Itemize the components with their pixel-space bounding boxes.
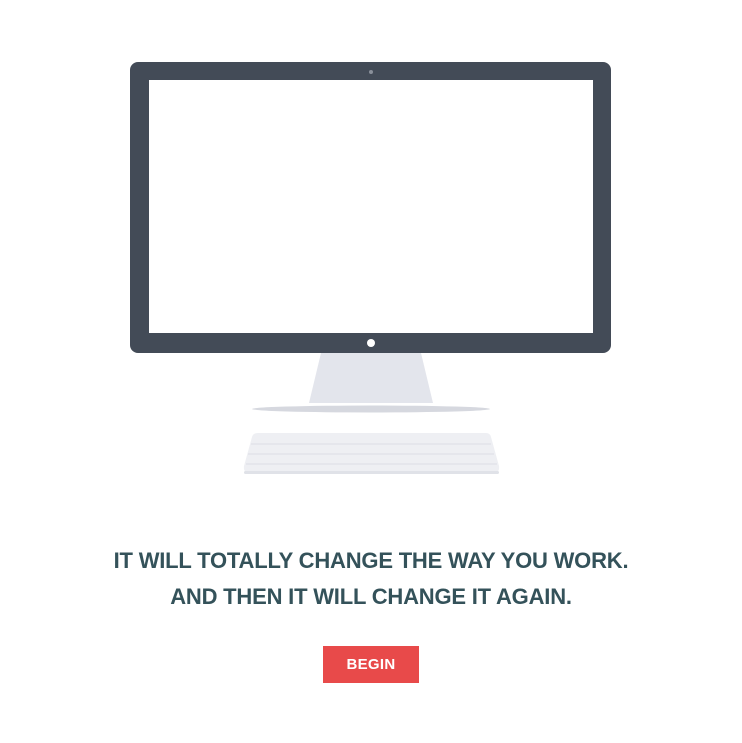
begin-button[interactable]: BEGIN <box>323 646 419 683</box>
monitor-stand <box>309 353 433 403</box>
monitor-screen <box>149 80 593 333</box>
power-button-dot <box>367 339 375 347</box>
keyboard <box>243 433 500 473</box>
hero-headline-line-1: IT WILL TOTALLY CHANGE THE WAY YOU WORK. <box>113 547 629 573</box>
hero-headline-line-2: AND THEN IT WILL CHANGE IT AGAIN. <box>170 583 572 609</box>
desktop-computer-icon <box>130 62 611 474</box>
camera-dot <box>369 70 373 74</box>
keyboard-shadow <box>244 471 499 474</box>
stand-base <box>252 405 490 413</box>
hero-headline: IT WILL TOTALLY CHANGE THE WAY YOU WORK.… <box>0 543 742 615</box>
